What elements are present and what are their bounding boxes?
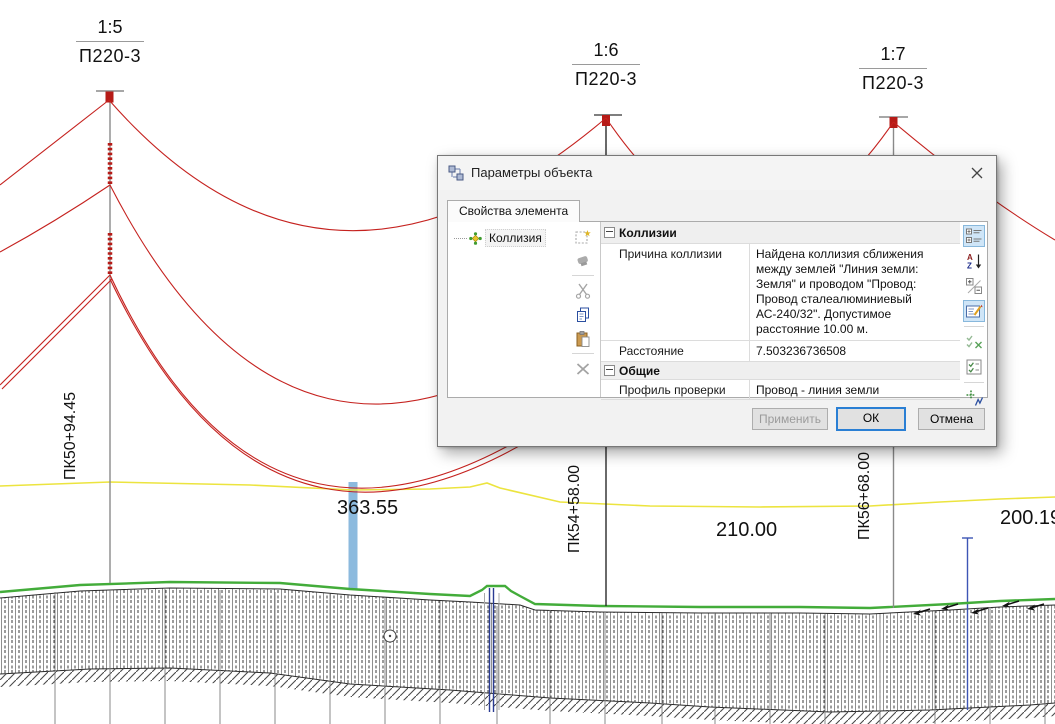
collision-node-icon xyxy=(469,232,482,245)
tree-connector xyxy=(454,238,467,239)
close-icon[interactable] xyxy=(964,161,990,185)
property-value[interactable]: Провод - линия земли xyxy=(749,380,960,399)
station-label-2: ПК54+58.00 xyxy=(566,465,584,553)
toolbar-separator xyxy=(964,326,984,327)
right-toolbar: A Z xyxy=(960,222,989,397)
pick-object-icon[interactable] xyxy=(963,387,985,409)
dialog-titlebar[interactable]: Параметры объекта xyxy=(438,156,996,190)
left-toolbar xyxy=(565,222,601,397)
stamp-icon[interactable] xyxy=(574,252,592,270)
tower-ratio: 1:5 xyxy=(76,17,144,42)
dialog-app-icon xyxy=(448,165,464,181)
ok-button[interactable]: ОК xyxy=(836,407,906,431)
sort-az-icon[interactable]: A Z xyxy=(963,250,985,272)
checklist-icon[interactable] xyxy=(963,356,985,378)
object-parameters-dialog: Параметры объекта Свойства элемента xyxy=(437,155,997,447)
station-label-1: ПК50+94.45 xyxy=(62,392,80,480)
benchmark-symbol xyxy=(384,630,396,642)
property-group-header[interactable]: Коллизии xyxy=(601,222,960,244)
cut-icon[interactable] xyxy=(574,282,592,300)
property-label: Причина коллизии xyxy=(617,244,749,340)
tower-type: П220-3 xyxy=(558,65,654,90)
tree-item-collision[interactable]: Коллизия xyxy=(454,229,546,247)
edit-value-icon[interactable] xyxy=(963,300,985,322)
tower-label-2: 1:6 П220-3 xyxy=(558,40,654,90)
categorized-view-icon[interactable] xyxy=(963,225,985,247)
property-value[interactable]: Найдена коллизия сближения между землей … xyxy=(749,244,960,340)
cancel-button[interactable]: Отмена xyxy=(918,408,985,430)
toolbar-separator xyxy=(964,382,984,383)
property-row-profile: Профиль проверки Провод - линия земли xyxy=(601,380,960,400)
apply-button[interactable]: Применить xyxy=(752,408,828,430)
property-value[interactable]: 7.503236736508 xyxy=(749,341,960,361)
collapse-box-icon[interactable] xyxy=(604,365,615,376)
tower-ratio: 1:6 xyxy=(572,40,640,65)
paste-icon[interactable] xyxy=(574,330,592,348)
dialog-title: Параметры объекта xyxy=(471,165,592,180)
tower-type: П220-3 xyxy=(845,69,941,94)
tree-item-label[interactable]: Коллизия xyxy=(485,229,546,247)
property-group-header[interactable]: Общие xyxy=(601,362,960,380)
multi-edit-icon[interactable] xyxy=(963,331,985,353)
svg-text:Z: Z xyxy=(967,262,972,271)
toolbar-separator xyxy=(572,353,594,354)
tower-type: П220-3 xyxy=(62,42,158,67)
property-row-reason: Причина коллизии Найдена коллизия сближе… xyxy=(601,244,960,341)
span-length-2: 210.00 xyxy=(716,519,777,542)
delete-icon[interactable] xyxy=(574,360,592,378)
application-canvas: 1:5 П220-3 1:6 П220-3 1:7 П220-3 ПК50+94… xyxy=(0,0,1055,724)
tower-ratio: 1:7 xyxy=(859,44,927,69)
properties-panel: Коллизия xyxy=(447,221,988,398)
property-row-distance: Расстояние 7.503236736508 xyxy=(601,341,960,362)
tower-1[interactable] xyxy=(96,91,124,583)
toolbar-separator xyxy=(572,275,594,276)
tab-element-properties[interactable]: Свойства элемента xyxy=(447,200,580,222)
collapse-box-icon[interactable] xyxy=(604,227,615,238)
add-item-icon[interactable] xyxy=(574,228,592,246)
property-label: Расстояние xyxy=(617,341,749,361)
property-grid: Коллизии Причина коллизии Найдена коллиз… xyxy=(601,222,960,397)
element-tree: Коллизия xyxy=(448,222,565,397)
property-label: Профиль проверки xyxy=(617,380,749,399)
tower-label-1: 1:5 П220-3 xyxy=(62,17,158,67)
station-label-3: ПК56+68.00 xyxy=(856,452,874,540)
copy-icon[interactable] xyxy=(574,306,592,324)
tower-label-3: 1:7 П220-3 xyxy=(845,44,941,94)
span-length-3: 200.19 xyxy=(1000,507,1055,530)
expand-collapse-icon[interactable] xyxy=(963,275,985,297)
span-length-1: 363.55 xyxy=(337,497,398,520)
terrain-line xyxy=(0,482,1055,507)
